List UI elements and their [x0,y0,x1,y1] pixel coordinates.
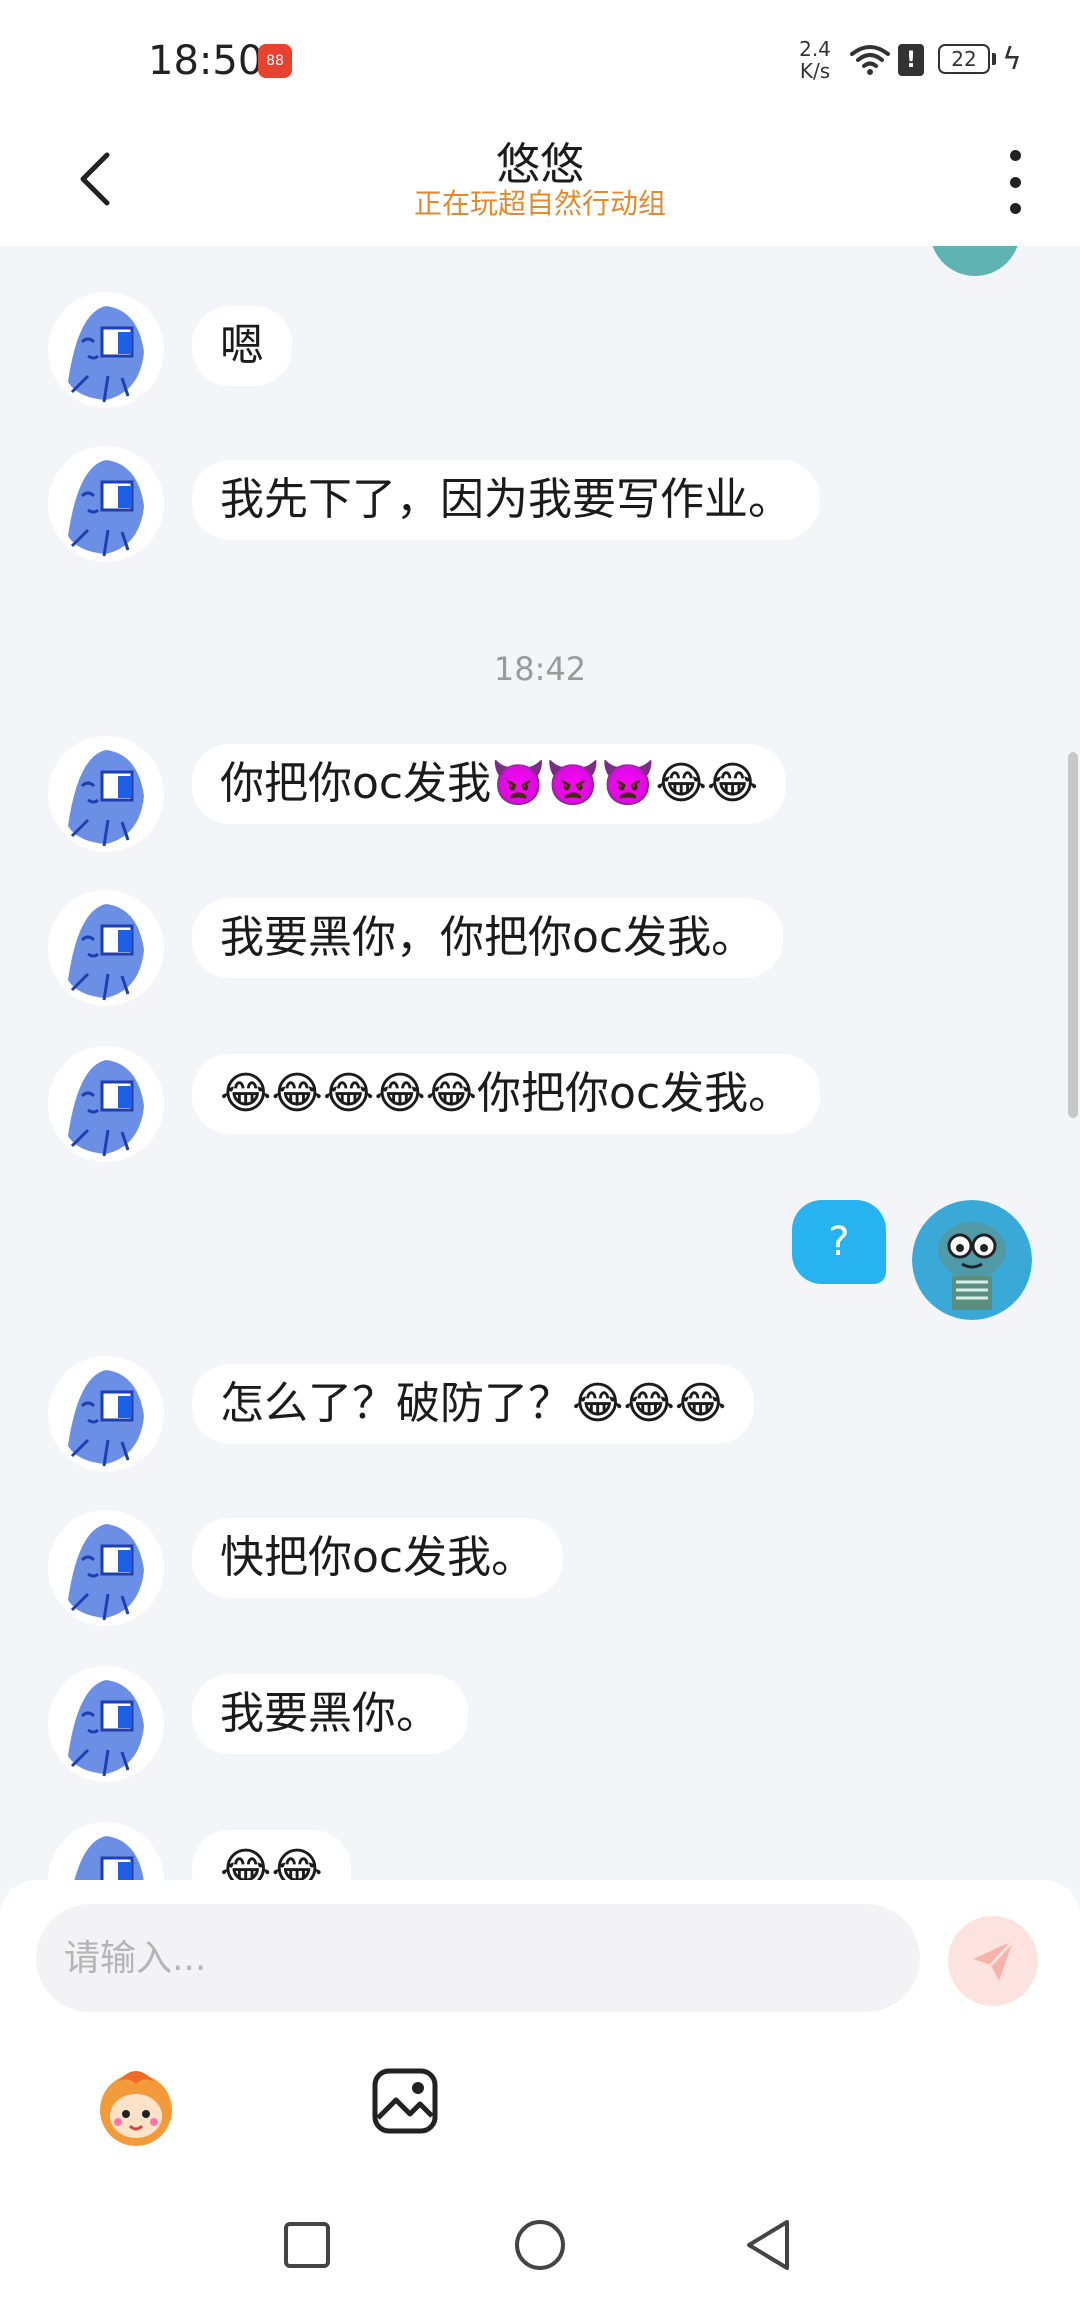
message-bubble[interactable]: 😂😂 [192,1830,351,1886]
contact-avatar[interactable] [48,1666,164,1782]
avatar-image [48,736,164,852]
avatar-image [48,1510,164,1626]
avatar-image [48,1356,164,1472]
notification-app-icon: 88 [258,44,292,78]
home-button[interactable] [505,2210,575,2280]
avatar-image [48,1822,164,1886]
message-bubble[interactable]: 我要黑你，你把你oc发我。 [192,898,784,978]
message-input[interactable] [36,1904,920,2012]
recent-apps-icon [284,2222,330,2268]
send-button[interactable] [948,1916,1038,2006]
avatar-image [48,890,164,1006]
charging-icon: ϟ [1002,42,1022,77]
recent-apps-button[interactable] [272,2210,342,2280]
system-back-button[interactable] [735,2210,805,2280]
avatar-image [48,292,164,408]
avatar-image [48,1666,164,1782]
message-bubble[interactable]: 嗯 [192,306,292,386]
avatar-self-partial [930,246,1020,276]
contact-avatar[interactable] [48,292,164,408]
alert-icon: ! [898,44,924,76]
message-composer [0,1880,1080,2180]
contact-avatar[interactable] [48,446,164,562]
message-timestamp: 18:42 [493,650,587,688]
home-icon [515,2220,565,2270]
message-bubble[interactable]: 我要黑你。 [192,1674,468,1754]
contact-avatar[interactable] [48,736,164,852]
battery-cap [992,53,996,65]
contact-avatar[interactable] [48,1356,164,1472]
more-options-button[interactable] [990,144,1040,220]
avatar-image [912,1200,1032,1320]
chat-scrollbar[interactable] [1068,752,1078,1118]
send-icon [973,1939,1015,1981]
message-bubble[interactable]: 你把你oc发我👿👿👿😂😂 [192,744,787,824]
chat-screen: 18:50 88 2.4 K/s ! 22 ϟ 悠悠 正在玩超自然行动组 嗯 我… [0,0,1080,2310]
system-navigation-bar [0,2180,1080,2310]
avatar-image [48,446,164,562]
network-speed: 2.4 K/s [790,38,840,82]
message-bubble[interactable]: 我先下了，因为我要写作业。 [192,460,820,540]
more-dots-icon [1009,150,1021,161]
message-bubble[interactable]: 怎么了？破防了？😂😂😂 [192,1364,755,1444]
emoji-button[interactable] [92,2062,180,2150]
status-time: 18:50 [148,38,264,84]
network-speed-unit: K/s [799,59,831,83]
back-triangle-icon [747,2220,789,2270]
contact-status: 正在玩超自然行动组 [413,187,666,220]
message-bubble[interactable]: 快把你oc发我。 [192,1518,564,1598]
avatar-image [48,1046,164,1162]
contact-avatar[interactable] [48,890,164,1006]
my-avatar[interactable] [912,1200,1032,1320]
chat-header: 悠悠 正在玩超自然行动组 [0,120,1080,246]
my-message-bubble[interactable]: ? [792,1200,886,1284]
contact-avatar[interactable] [48,1046,164,1162]
image-button[interactable] [370,2066,440,2136]
image-icon [372,2068,438,2134]
emoji-mascot-icon [100,2071,172,2146]
message-bubble[interactable]: 😂😂😂😂😂你把你oc发我。 [192,1054,821,1134]
battery-icon: 22 [938,44,990,74]
network-speed-value: 2.4 [799,37,831,61]
contact-avatar[interactable] [48,1822,164,1886]
contact-avatar[interactable] [48,1510,164,1626]
status-bar: 18:50 88 2.4 K/s ! 22 ϟ [0,0,1080,120]
message-list[interactable]: 嗯 我先下了，因为我要写作业。 18:42 你把你oc发我👿👿👿😂😂 我要黑你，… [0,246,1080,1886]
wifi-icon [850,45,890,75]
